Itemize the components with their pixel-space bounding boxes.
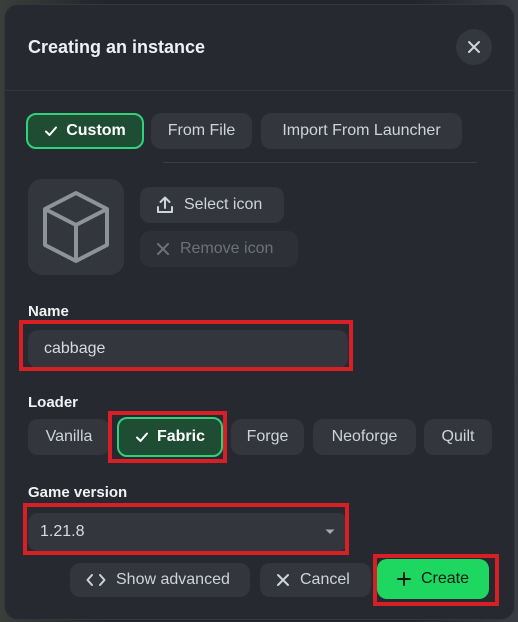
name-input[interactable] [28,330,348,368]
cancel-label: Cancel [300,571,350,588]
loader-quilt-label: Quilt [441,428,475,445]
remove-icon-button[interactable]: Remove icon [140,231,298,267]
select-icon-button[interactable]: Select icon [140,187,284,223]
tab-import-label: Import From Launcher [282,122,441,139]
close-button[interactable] [456,29,492,65]
close-icon [468,41,480,53]
loader-fabric-label: Fabric [156,428,205,445]
upload-icon [157,196,173,213]
dialog-title: Creating an instance [28,37,206,57]
check-icon [45,126,58,136]
create-label: Create [420,570,470,587]
cube-icon [43,191,109,263]
plus-icon [396,572,411,586]
show-advanced-label: Show advanced [116,571,230,588]
chevron-down-icon [325,529,335,534]
create-instance-dialog: Creating an instance Custom From File Im… [4,4,515,620]
cancel-button[interactable]: Cancel [260,563,371,597]
tab-import-from-launcher[interactable]: Import From Launcher [261,113,462,149]
loader-label: Loader [28,394,79,411]
loader-forge-label: Forge [246,428,289,445]
loader-fabric[interactable]: Fabric [117,417,223,457]
show-advanced-button[interactable]: Show advanced [70,563,250,597]
loader-vanilla-label: Vanilla [45,428,93,445]
check-icon [135,432,148,442]
x-icon [157,243,169,255]
x-icon [277,574,289,586]
divider [163,162,477,163]
dialog-header: Creating an instance [5,5,514,91]
select-icon-label: Select icon [184,196,263,213]
loader-quilt[interactable]: Quilt [424,419,492,455]
instance-icon [28,179,124,275]
loader-neoforge[interactable]: Neoforge [313,419,416,455]
loader-vanilla[interactable]: Vanilla [28,419,110,455]
game-version-select[interactable]: 1.21.8 [28,513,348,551]
tab-custom-label: Custom [66,122,126,139]
loader-forge[interactable]: Forge [231,419,304,455]
remove-icon-label: Remove icon [180,240,274,257]
game-version-label: Game version [28,484,128,501]
loader-neoforge-label: Neoforge [331,428,398,445]
tab-custom[interactable]: Custom [26,113,144,149]
tab-from-file-label: From File [167,122,236,139]
create-button[interactable]: Create [377,559,489,599]
game-version-value: 1.21.8 [40,523,85,540]
code-icon [86,574,106,586]
tab-from-file[interactable]: From File [151,113,252,149]
name-label: Name [28,303,69,320]
